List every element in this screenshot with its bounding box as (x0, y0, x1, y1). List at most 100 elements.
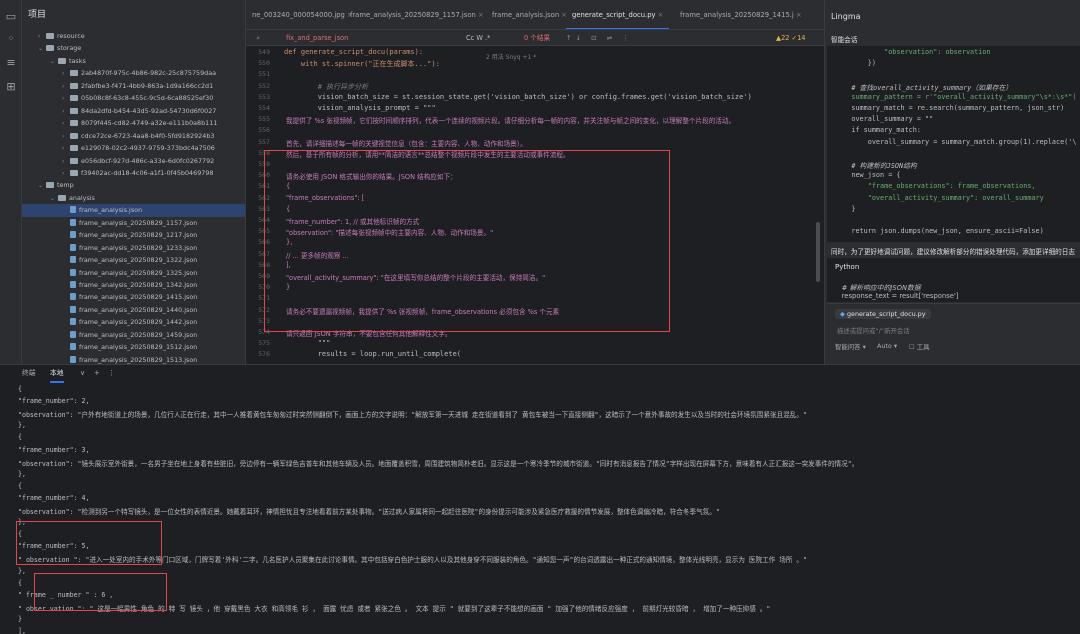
terminal-line: { (18, 481, 22, 490)
tree-label: frame_analysis_20250829_1415.json (79, 293, 198, 302)
tree-label: 2fabfbe3-f471-4bb9-863a-1d9a166cc2d1 (81, 81, 214, 90)
chevron-icon[interactable]: › (62, 168, 70, 180)
terminal-tab-local[interactable]: 本地 (50, 365, 64, 383)
plugins-icon[interactable]: ⊞ (4, 80, 18, 94)
find-input[interactable]: fix_and_parse_json (286, 30, 348, 46)
tree-folder[interactable]: › 05b08c8f-63c8-455c-9c5d-6ca88525ef30 (22, 92, 245, 105)
tree-folder[interactable]: › 84da2dfd-b454-43d5-92ad-54730d6f0027 (22, 105, 245, 118)
chevron-icon[interactable]: › (62, 156, 70, 168)
code-line: # 执行异步分析 (284, 82, 369, 91)
tree-label: 05b08c8f-63c8-455c-9c5d-6ca88525ef30 (81, 94, 214, 103)
lingma-input[interactable]: 描述或提问或“/”新开会话 (837, 326, 910, 335)
tree-folder[interactable]: ⌄ temp (22, 179, 245, 192)
tree-file[interactable]: frame_analysis_20250829_1512.json (22, 341, 245, 354)
chevron-icon[interactable]: › (62, 131, 70, 143)
tree-file[interactable]: frame_analysis_20250829_1415.json (22, 291, 245, 304)
terminal-tab-control[interactable]: ⋮ (108, 365, 115, 381)
tree-file[interactable]: frame_analysis_20250829_1459.json (22, 329, 245, 342)
commit-icon[interactable]: ◦ (4, 32, 18, 46)
json-file-icon (70, 318, 76, 326)
tree-file[interactable]: frame_analysis_20250829_1217.json (22, 229, 245, 242)
folder-icon (70, 145, 78, 152)
chevron-icon[interactable]: › (62, 118, 70, 130)
tree-folder[interactable]: › e056dbcf-927d-486c-a33e-6d0fc0267792 (22, 155, 245, 168)
chevron-icon[interactable]: › (62, 93, 70, 105)
tree-label: frame_analysis_20250829_1459.json (79, 330, 198, 339)
code-line: """ (284, 339, 331, 348)
tree-folder[interactable]: ⌄ storage (22, 42, 245, 55)
json-file-icon (70, 281, 76, 288)
tree-file[interactable]: frame_analysis_20250829_1233.json (22, 242, 245, 255)
lingma-file-chip[interactable]: ◆ generate_script_docu.py (835, 309, 931, 319)
close-icon[interactable]: × (794, 11, 802, 19)
tree-folder[interactable]: ⌄ analysis (22, 192, 245, 205)
close-icon[interactable]: × (476, 11, 484, 19)
lingma-code-line: overall_summary = summary_match.group(1)… (835, 137, 1077, 146)
tree-folder[interactable]: ⌄ tasks (22, 55, 245, 68)
tree-folder[interactable]: › 2fabfbe3-f471-4bb9-863a-1d9a166cc2d1 (22, 80, 245, 93)
editor-tab[interactable]: frame_analysis_20250829_1415.j × (674, 0, 808, 29)
tree-label: frame_analysis_20250829_1512.json (79, 343, 198, 352)
folder-icon (70, 82, 78, 89)
tree-file[interactable]: frame_analysis_20250829_1342.json (22, 279, 245, 292)
tree-file[interactable]: frame_analysis.json (22, 204, 245, 217)
chevron-icon[interactable]: ⌄ (38, 43, 46, 55)
lingma-mode-select[interactable]: 智能问答 ▾ (835, 342, 866, 351)
line-number: 557 (258, 137, 270, 146)
close-icon[interactable]: × (656, 11, 664, 19)
terminal-panel[interactable]: 终端 本地 ∨ + ⋮ { "frame_number": 2, "observatio… (0, 364, 1080, 634)
lingma-tools-toggle[interactable]: ☐ 工具 (909, 342, 930, 351)
code-line: with st.spinner("正在生成脚本..."): (284, 60, 440, 69)
inspections-widget[interactable]: ▲22 ✓14 (776, 30, 805, 46)
find-nav-icons[interactable]: ↑↓ ⊡ ⇌ ⋮ (566, 30, 633, 46)
tree-label: frame_analysis_20250829_1325.json (79, 268, 198, 277)
json-file-icon (70, 305, 76, 313)
tree-folder[interactable]: › 2ab4870f-975c-4b86-982c-25c875759daa (22, 67, 245, 80)
chevron-icon[interactable]: ⌄ (50, 193, 58, 205)
lingma-file-chip-label: generate_script_docu.py (846, 310, 926, 318)
folder-icon[interactable]: ▭ (4, 10, 18, 24)
editor-tab[interactable]: generate_script_docu.py × (566, 0, 670, 29)
terminal-line: { (18, 385, 22, 393)
chevron-icon[interactable]: › (62, 106, 70, 118)
tree-file[interactable]: frame_analysis_20250829_1513.json (22, 354, 245, 364)
lingma-model-select[interactable]: Auto ▾ (877, 342, 897, 350)
chevron-icon[interactable]: › (62, 68, 70, 80)
editor-scrollbar[interactable] (816, 222, 820, 282)
lingma-code-line: }) (835, 59, 876, 68)
tree-file[interactable]: frame_analysis_20250829_1442.json (22, 316, 245, 329)
chevron-icon[interactable]: ⌄ (50, 56, 58, 68)
editor-tab[interactable]: frame_analysis.json × (486, 0, 573, 29)
tree-file[interactable]: frame_analysis_20250829_1440.json (22, 304, 245, 317)
line-number: 575 (258, 339, 270, 348)
tree-folder[interactable]: › f39402ac-dd18-4c06-a1f1-0f45b0469798 (22, 167, 245, 180)
find-options[interactable]: Cc W .* (466, 30, 490, 46)
tree-folder[interactable]: › resource (22, 30, 245, 43)
code-line: vision_analysis_prompt = """ (284, 104, 436, 112)
chevron-icon[interactable]: › (62, 143, 70, 155)
chevron-icon[interactable]: ⌄ (38, 180, 46, 192)
tree-folder[interactable]: › cdce72ce-6723-4aa8-b4f0-5fd9182924b3 (22, 130, 245, 143)
json-file-icon (70, 218, 76, 226)
editor-tab[interactable]: frame_analysis_20250829_1157.json × (344, 0, 490, 29)
terminal-tab-control[interactable]: 终端 (22, 365, 36, 381)
chevron-icon[interactable]: › (62, 81, 70, 93)
terminal-line: "frame_number": 3, (18, 445, 90, 454)
editor-tab[interactable]: ne_003240_000054000.jpg × (246, 0, 359, 29)
folder-icon (70, 70, 78, 77)
code-editor[interactable]: 549 def generate_script_docu(params): 550 … (246, 46, 824, 364)
tree-label: f39402ac-dd18-4c06-a1f1-0f45b0469798 (81, 168, 214, 177)
terminal-tab-control[interactable]: ∨ (80, 365, 85, 381)
tree-file[interactable]: frame_analysis_20250829_1325.json (22, 267, 245, 280)
tree-file[interactable]: frame_analysis_20250829_1322.json (22, 254, 245, 267)
tree-file[interactable]: frame_analysis_20250829_1157.json (22, 217, 245, 230)
tree-label: cdce72ce-6723-4aa8-b4f0-5fd9182924b3 (81, 131, 215, 140)
chevron-icon[interactable]: › (38, 31, 46, 43)
editor-tab-label: ne_003240_000054000.jpg (252, 11, 345, 19)
folder-icon (46, 182, 54, 189)
tree-folder[interactable]: › e129078-02c2-4937-9759-373bdc4a7506 (22, 142, 245, 155)
terminal-tab-control[interactable]: + (94, 365, 100, 381)
tree-label: tasks (69, 56, 86, 65)
structure-icon[interactable]: ≡ (4, 56, 18, 70)
tree-folder[interactable]: › 8079f445-cd82-4749-a32e-e111b0a8b111 (22, 117, 245, 130)
